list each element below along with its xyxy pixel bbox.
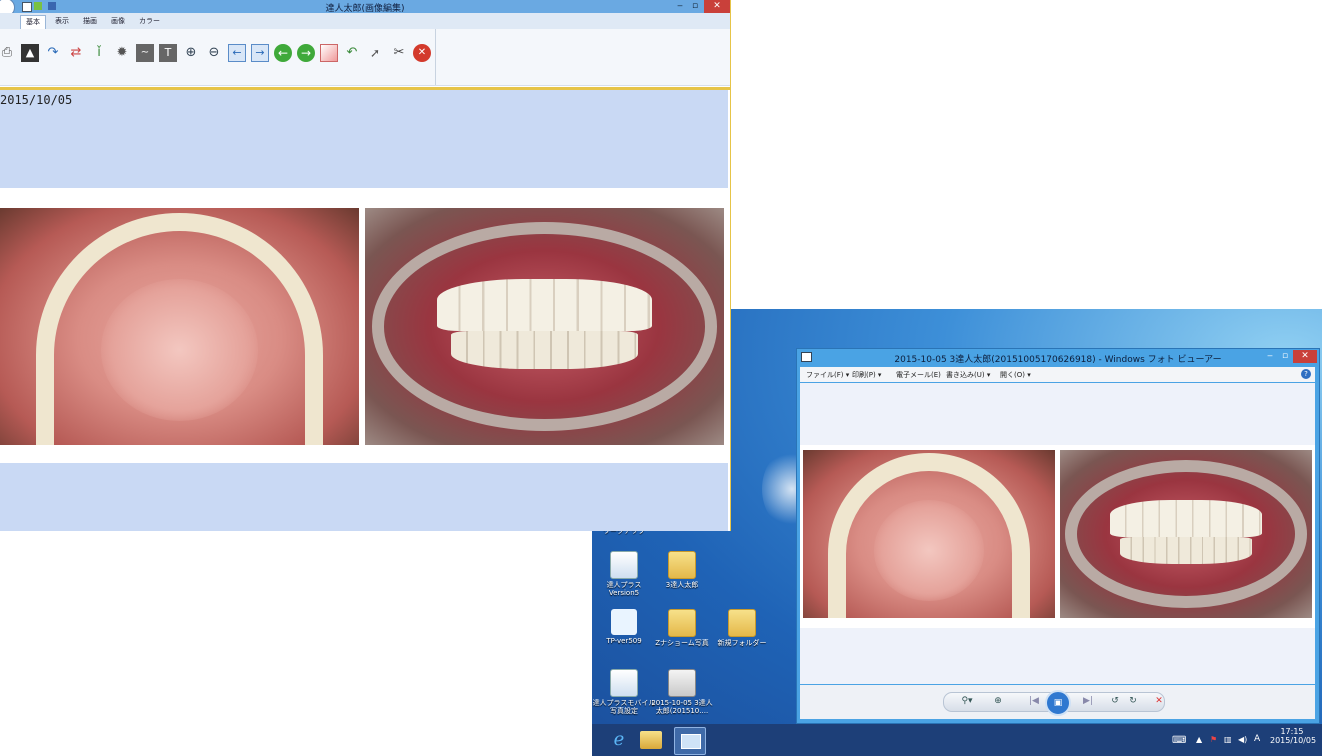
desktop-icon-label: TP-ver509 (606, 637, 642, 645)
text-icon[interactable]: T (159, 44, 177, 62)
help-icon[interactable]: ? (1301, 369, 1311, 379)
back-icon[interactable]: ← (228, 44, 246, 62)
image-editor-window: 達人太郎(画像編集) ‒ ▫ ✕ 基本 表示 描画 画像 カラー ⎙ ▲ ↷ ⇄… (0, 0, 731, 531)
desktop-icon-label: 2015-10-05 3達人太郎(201510.... (651, 699, 713, 715)
slideshow-button[interactable]: ▣ (1045, 690, 1071, 716)
desktop-icon-label: 達人プラスモバイル写真設定 (592, 699, 656, 715)
desktop-icon-folder-photos[interactable]: Zナショーム写真 (650, 609, 714, 647)
minimize-button[interactable]: ‒ (673, 0, 687, 13)
zoom-icon[interactable]: ⚲▾ (956, 694, 978, 708)
prev-icon[interactable]: ← (274, 44, 292, 62)
rotate-ccw-icon[interactable]: ↺ (1108, 694, 1122, 708)
tab-view[interactable]: 表示 (50, 15, 74, 28)
next-icon[interactable]: ▶| (1074, 694, 1102, 708)
ribbon-tabs: 基本 表示 描画 画像 カラー (0, 13, 730, 29)
image-icon[interactable] (320, 44, 338, 62)
flip-icon[interactable]: ⇄ (67, 44, 85, 62)
editor-image-pane: 2015/10/05 (0, 90, 728, 531)
zoom-in-icon[interactable]: ⊕ (182, 44, 200, 62)
desktop-icon-label: 3達人太郎 (665, 581, 699, 589)
delete-icon[interactable]: ✕ (1152, 694, 1166, 708)
cut-icon[interactable]: ✂ (390, 44, 408, 62)
menu-email[interactable]: 電子メール(E) (896, 370, 941, 380)
clock[interactable]: 17:15 2015/10/05 (1270, 727, 1317, 745)
viewer-title: 2015-10-05 3達人太郎(20151005170626918) - Wi… (894, 355, 1222, 365)
app-icon (610, 551, 638, 579)
frontal-teeth-photo (1060, 450, 1312, 618)
menu-file[interactable]: ファイル(F) ▾ (806, 370, 849, 380)
folder-icon (668, 551, 696, 579)
network-icon[interactable]: ▥ (1224, 735, 1232, 744)
actual-size-icon[interactable]: ⊕ (990, 694, 1006, 708)
brightness-icon[interactable]: ✹ (113, 44, 131, 62)
tooth-icon (611, 609, 637, 635)
desktop-icon-tp[interactable]: TP-ver509 (592, 609, 656, 645)
photo-viewer-icon (681, 734, 701, 749)
viewer-image-canvas (800, 383, 1315, 684)
desktop-icon-mobile-settings[interactable]: 達人プラスモバイル写真設定 (592, 669, 656, 715)
close-icon[interactable]: ✕ (413, 44, 431, 62)
viewer-titlebar[interactable]: 2015-10-05 3達人太郎(20151005170626918) - Wi… (797, 349, 1319, 366)
clock-date: 2015/10/05 (1270, 736, 1317, 745)
rotate-cw-icon[interactable]: ↻ (1126, 694, 1140, 708)
photo-viewer-taskbar-button[interactable] (674, 727, 706, 755)
frontal-teeth-photo[interactable] (365, 208, 724, 445)
upper-arch-photo[interactable] (0, 208, 359, 445)
tab-draw[interactable]: 描画 (78, 15, 102, 28)
volume-icon[interactable]: ◀) (1238, 735, 1247, 744)
bottle-icon[interactable]: ǐ (90, 44, 108, 62)
editor-titlebar[interactable]: 達人太郎(画像編集) ‒ ▫ ✕ (0, 0, 730, 17)
taskbar: ℯ ⌨ ▲ ⚑ ▥ ◀) A 17:15 2015/10/05 (592, 724, 1322, 756)
maximize-button[interactable]: ▫ (688, 0, 702, 13)
viewer-menubar: ファイル(F) ▾ 印刷(P) ▾ 電子メール(E) 書き込み(U) ▾ 開く(… (800, 367, 1315, 382)
zoom-out-icon[interactable]: ⊖ (205, 44, 223, 62)
menu-print[interactable]: 印刷(P) ▾ (852, 370, 881, 380)
photo-date: 2015/10/05 (0, 93, 73, 107)
print-icon[interactable]: ⎙ (0, 44, 16, 62)
next-icon[interactable]: → (297, 44, 315, 62)
image-file-icon (668, 669, 696, 697)
desktop-icon-photo-file[interactable]: 2015-10-05 3達人太郎(201510.... (650, 669, 714, 715)
ribbon-toolbar: ⎙ ▲ ↷ ⇄ ǐ ✹ ∼ T ⊕ ⊖ ← → ← → ↶ ➚ ✂ ✕ (0, 29, 730, 86)
app-icon (610, 669, 638, 697)
desktop-icon-label: 新規フォルダー (717, 639, 767, 647)
rotate-icon[interactable]: ↷ (44, 44, 62, 62)
undo-icon[interactable]: ↶ (343, 44, 361, 62)
pointer-icon[interactable]: ➚ (366, 44, 384, 62)
keyboard-icon[interactable]: ⌨ (1172, 735, 1186, 746)
explorer-icon[interactable] (640, 731, 662, 749)
ie-icon[interactable]: ℯ (604, 727, 634, 753)
minimize-button[interactable]: ‒ (1263, 350, 1277, 363)
tab-image[interactable]: 画像 (106, 15, 130, 28)
editor-image-strip (0, 188, 728, 463)
folder-icon (668, 609, 696, 637)
viewer-image-strip (800, 445, 1315, 628)
desktop-icon-tatsujin-plus[interactable]: 達人プラス Version5 (592, 551, 656, 597)
levels-icon[interactable]: ▲ (21, 44, 39, 62)
desktop-icon-label: 達人プラス Version5 (606, 581, 642, 597)
previous-icon[interactable]: |◀ (1020, 694, 1048, 708)
forward-icon[interactable]: → (251, 44, 269, 62)
maximize-button[interactable]: ▫ (1278, 350, 1292, 363)
ime-indicator[interactable]: A (1254, 734, 1260, 744)
tab-basic[interactable]: 基本 (20, 15, 46, 29)
desktop-icon-folder-taro[interactable]: 3達人太郎 (650, 551, 714, 589)
folder-icon (728, 609, 756, 637)
clock-time: 17:15 (1280, 727, 1304, 736)
desktop-icon-label: Zナショーム写真 (655, 639, 709, 647)
close-button[interactable]: ✕ (704, 0, 730, 13)
photo-viewer-window: 2015-10-05 3達人太郎(20151005170626918) - Wi… (796, 348, 1320, 724)
action-center-icon[interactable]: ⚑ (1210, 735, 1217, 744)
viewer-controls: ⚲▾ ⊕ |◀ ▣ ▶| ↺ ↻ ✕ (800, 685, 1315, 719)
menu-burn[interactable]: 書き込み(U) ▾ (946, 370, 990, 380)
line-icon[interactable]: ∼ (136, 44, 154, 62)
close-button[interactable]: ✕ (1293, 350, 1317, 363)
tray-arrow-icon[interactable]: ▲ (1196, 735, 1202, 744)
upper-arch-photo (803, 450, 1055, 618)
desktop-icon-new-folder[interactable]: 新規フォルダー (710, 609, 774, 647)
tab-color[interactable]: カラー (134, 15, 165, 28)
menu-open[interactable]: 開く(O) ▾ (1000, 370, 1031, 380)
